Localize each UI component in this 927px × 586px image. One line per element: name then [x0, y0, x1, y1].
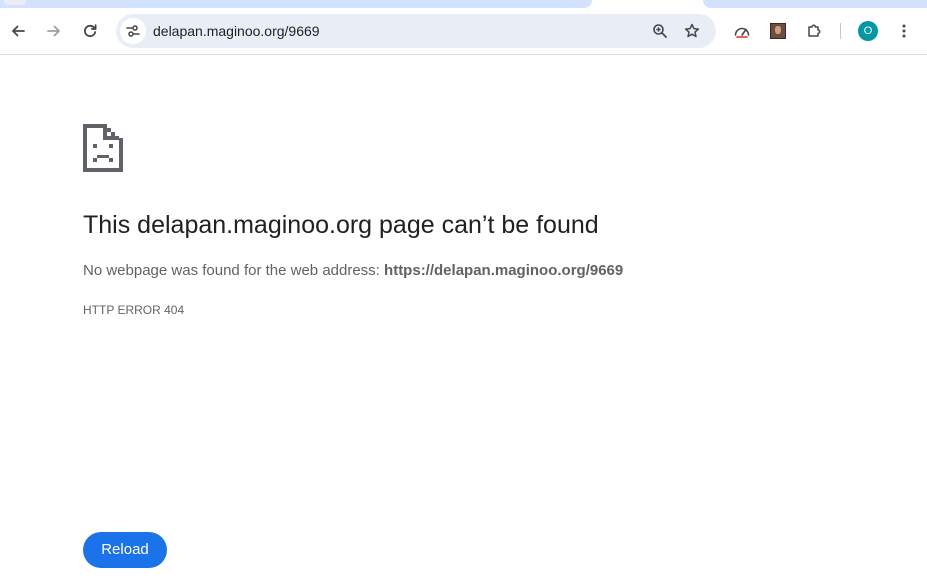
reload-icon	[84, 24, 97, 38]
forward-arrow-icon	[47, 25, 60, 37]
extensions-button[interactable]	[800, 17, 828, 45]
tune-icon	[126, 25, 140, 37]
inactive-tab-left[interactable]	[0, 0, 592, 8]
profile-avatar[interactable]: O	[858, 21, 878, 41]
error-headline: This delapan.maginoo.org page can’t be f…	[83, 211, 599, 239]
more-vert-icon	[902, 24, 906, 38]
toolbar-divider	[840, 23, 841, 39]
site-info-button[interactable]	[120, 18, 146, 44]
error-description-url: https://delapan.maginoo.org/9669	[384, 262, 624, 279]
url-text[interactable]: delapan.maginoo.org/9669	[153, 22, 320, 40]
forward-button[interactable]	[40, 17, 68, 45]
back-arrow-icon	[12, 25, 25, 37]
reload-toolbar-button[interactable]	[76, 17, 104, 45]
sad-page-icon	[83, 124, 123, 172]
zoom-button[interactable]	[646, 17, 674, 45]
zoom-icon	[653, 24, 667, 38]
menu-button[interactable]	[890, 17, 918, 45]
inactive-tab-right[interactable]	[703, 0, 927, 8]
gauge-icon	[734, 27, 750, 38]
reload-button[interactable]: Reload	[83, 532, 167, 568]
puzzle-icon	[808, 24, 821, 37]
error-code: HTTP ERROR 404	[83, 303, 185, 317]
address-bar[interactable]: delapan.maginoo.org/9669	[116, 14, 716, 48]
error-description-prefix: No webpage was found for the web address…	[83, 262, 385, 279]
star-icon	[684, 23, 700, 38]
bookmark-button[interactable]	[678, 17, 706, 45]
tab-stub[interactable]	[4, 0, 26, 5]
extension-gauge-button[interactable]	[728, 17, 756, 45]
browser-toolbar: delapan.maginoo.org/9669 O	[0, 8, 927, 55]
back-button[interactable]	[4, 17, 32, 45]
extension-picture-icon[interactable]	[770, 23, 786, 39]
error-description: No webpage was found for the web address…	[83, 261, 623, 281]
tab-strip	[0, 0, 927, 8]
